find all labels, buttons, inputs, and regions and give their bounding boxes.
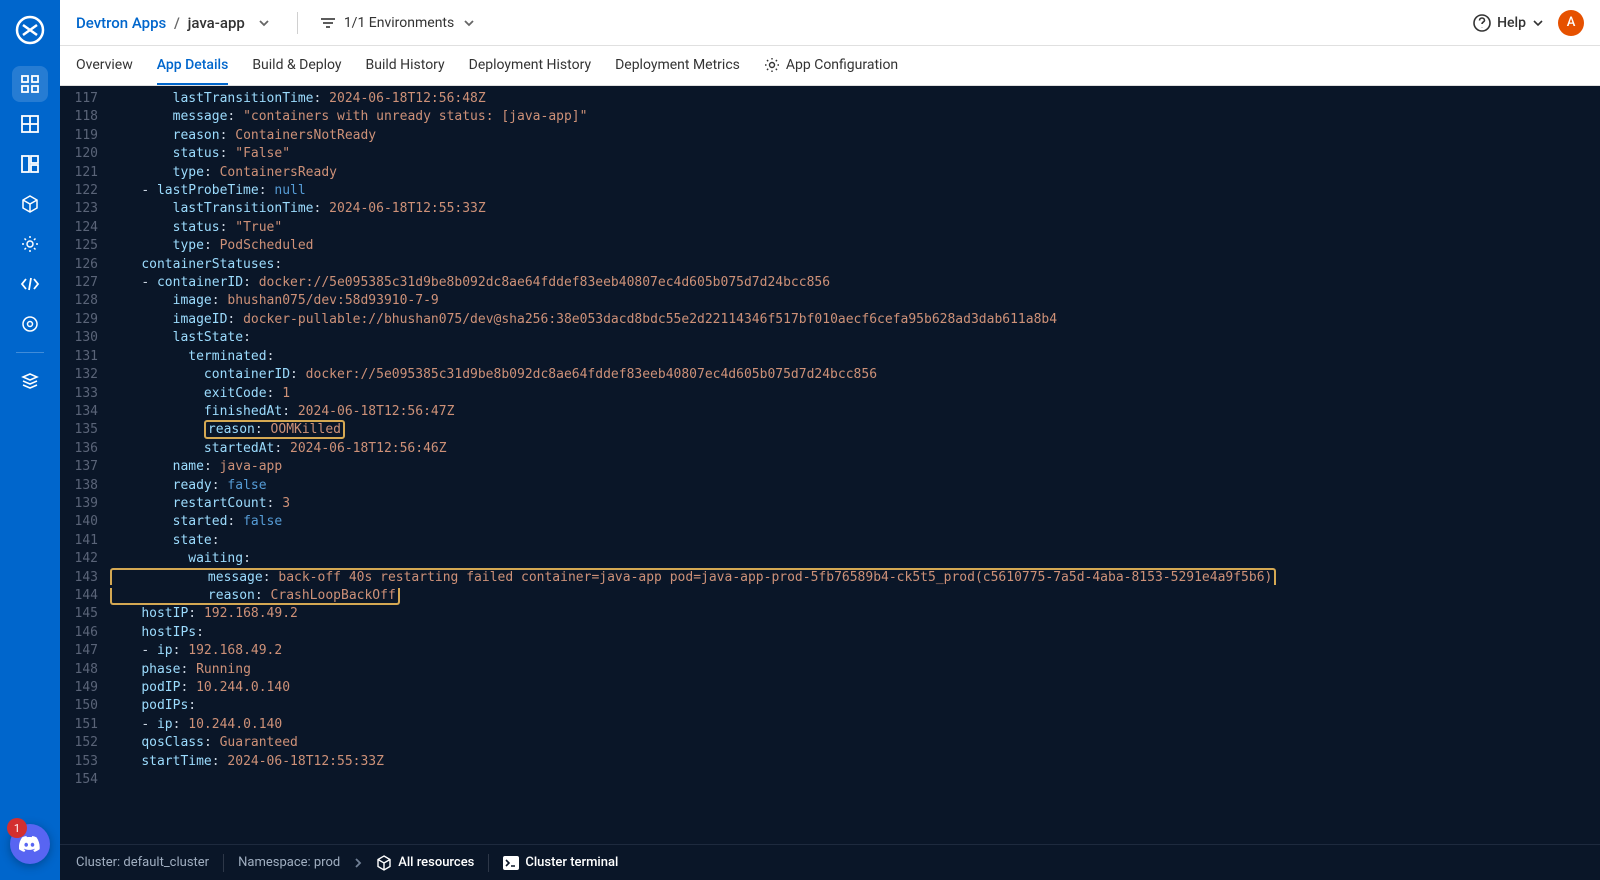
- code-line: 143 message: back-off 40s restarting fai…: [60, 569, 1600, 587]
- code-line: 130 lastState:: [60, 329, 1600, 347]
- code-line: 129 imageID: docker-pullable://bhushan07…: [60, 311, 1600, 329]
- avatar[interactable]: A: [1558, 10, 1584, 36]
- sidebar-divider: [16, 352, 44, 353]
- code-line: 147 - ip: 192.168.49.2: [60, 642, 1600, 660]
- code-line: 135 reason: OOMKilled: [60, 421, 1600, 439]
- chevron-right-icon: [354, 857, 362, 869]
- separator: [297, 12, 298, 34]
- code-line: 146 hostIPs:: [60, 624, 1600, 642]
- code-line: 153 startTime: 2024-06-18T12:55:33Z: [60, 753, 1600, 771]
- sidebar-stack-icon[interactable]: [12, 363, 48, 399]
- topbar: Devtron Apps / java-app 1/1 Environments…: [60, 0, 1600, 46]
- code-line: 150 podIPs:: [60, 697, 1600, 715]
- breadcrumb-app[interactable]: java-app: [188, 14, 245, 32]
- code-line: 122 - lastProbeTime: null: [60, 182, 1600, 200]
- breadcrumb-sep: /: [170, 14, 184, 32]
- footer-sep: [223, 854, 224, 872]
- help-icon: [1473, 14, 1491, 32]
- sidebar-apps-icon[interactable]: [12, 66, 48, 102]
- footer-cluster: Cluster: default_cluster: [76, 855, 209, 870]
- code-line: 136 startedAt: 2024-06-18T12:56:46Z: [60, 440, 1600, 458]
- left-sidebar: 1: [0, 0, 60, 880]
- tab-overview[interactable]: Overview: [76, 46, 133, 85]
- code-line: 127 - containerID: docker://5e095385c31d…: [60, 274, 1600, 292]
- code-line: 117 lastTransitionTime: 2024-06-18T12:56…: [60, 90, 1600, 108]
- code-line: 139 restartCount: 3: [60, 495, 1600, 513]
- terminal-icon: [503, 856, 519, 870]
- sidebar-group-icon[interactable]: [12, 146, 48, 182]
- code-line: 142 waiting:: [60, 550, 1600, 568]
- footer-namespace: Namespace: prod: [238, 855, 340, 870]
- code-line: 138 ready: false: [60, 477, 1600, 495]
- code-line: 141 state:: [60, 532, 1600, 550]
- code-line: 140 started: false: [60, 513, 1600, 531]
- app-dropdown-chevron[interactable]: [253, 16, 275, 30]
- sidebar-gear-icon[interactable]: [12, 226, 48, 262]
- avatar-initial: A: [1567, 15, 1576, 30]
- footer-sep: [488, 854, 489, 872]
- chevron-down-icon: [1532, 17, 1544, 29]
- tab-build-deploy[interactable]: Build & Deploy: [252, 46, 341, 85]
- code-line: 132 containerID: docker://5e095385c31d9b…: [60, 366, 1600, 384]
- filter-icon: [320, 16, 336, 30]
- sidebar-settings-icon[interactable]: [12, 306, 48, 342]
- code-line: 128 image: bhushan075/dev:58d93910-7-9: [60, 292, 1600, 310]
- code-line: 120 status: "False": [60, 145, 1600, 163]
- sidebar-chart-icon[interactable]: [12, 106, 48, 142]
- breadcrumb-root[interactable]: Devtron Apps: [76, 14, 166, 32]
- code-line: 131 terminated:: [60, 348, 1600, 366]
- code-line: 121 type: ContainersReady: [60, 164, 1600, 182]
- devtron-logo[interactable]: [14, 14, 46, 46]
- discord-badge[interactable]: 1: [10, 824, 50, 864]
- gear-icon: [764, 57, 780, 73]
- footer-all-resources[interactable]: All resources: [376, 855, 474, 871]
- main-panel: Devtron Apps / java-app 1/1 Environments…: [60, 0, 1600, 880]
- code-line: 154: [60, 771, 1600, 789]
- sidebar-code-icon[interactable]: [12, 266, 48, 302]
- code-line: 144 reason: CrashLoopBackOff: [60, 587, 1600, 605]
- breadcrumb[interactable]: Devtron Apps / java-app: [76, 14, 245, 32]
- code-line: 148 phase: Running: [60, 661, 1600, 679]
- code-line: 118 message: "containers with unready st…: [60, 108, 1600, 126]
- code-line: 126 containerStatuses:: [60, 256, 1600, 274]
- footer-bar: Cluster: default_cluster Namespace: prod…: [60, 844, 1600, 880]
- footer-cluster-terminal-label: Cluster terminal: [525, 855, 618, 870]
- code-line: 137 name: java-app: [60, 458, 1600, 476]
- env-filter-label: 1/1 Environments: [344, 15, 454, 31]
- tab-build-history[interactable]: Build History: [366, 46, 445, 85]
- chevron-down-icon: [462, 16, 476, 30]
- code-line: 119 reason: ContainersNotReady: [60, 127, 1600, 145]
- sidebar-cube-icon[interactable]: [12, 186, 48, 222]
- help-label: Help: [1497, 15, 1526, 31]
- code-line: 134 finishedAt: 2024-06-18T12:56:47Z: [60, 403, 1600, 421]
- tab-deployment-history[interactable]: Deployment History: [469, 46, 591, 85]
- code-line: 151 - ip: 10.244.0.140: [60, 716, 1600, 734]
- code-line: 123 lastTransitionTime: 2024-06-18T12:55…: [60, 200, 1600, 218]
- nav-tabs: Overview App Details Build & Deploy Buil…: [60, 46, 1600, 86]
- yaml-viewer[interactable]: 117 lastTransitionTime: 2024-06-18T12:56…: [60, 86, 1600, 844]
- code-line: 133 exitCode: 1: [60, 385, 1600, 403]
- discord-notification-count: 1: [7, 818, 27, 838]
- tab-app-details[interactable]: App Details: [157, 46, 229, 85]
- tab-deployment-metrics[interactable]: Deployment Metrics: [615, 46, 740, 85]
- tab-app-config-label: App Configuration: [786, 57, 898, 73]
- code-line: 124 status: "True": [60, 219, 1600, 237]
- footer-cluster-terminal[interactable]: Cluster terminal: [503, 855, 618, 870]
- footer-all-resources-label: All resources: [398, 855, 474, 870]
- cube-icon: [376, 855, 392, 871]
- help-button[interactable]: Help: [1473, 14, 1544, 32]
- code-line: 149 podIP: 10.244.0.140: [60, 679, 1600, 697]
- environment-filter[interactable]: 1/1 Environments: [320, 15, 476, 31]
- tab-app-configuration[interactable]: App Configuration: [764, 46, 898, 85]
- code-line: 125 type: PodScheduled: [60, 237, 1600, 255]
- code-line: 152 qosClass: Guaranteed: [60, 734, 1600, 752]
- code-line: 145 hostIP: 192.168.49.2: [60, 605, 1600, 623]
